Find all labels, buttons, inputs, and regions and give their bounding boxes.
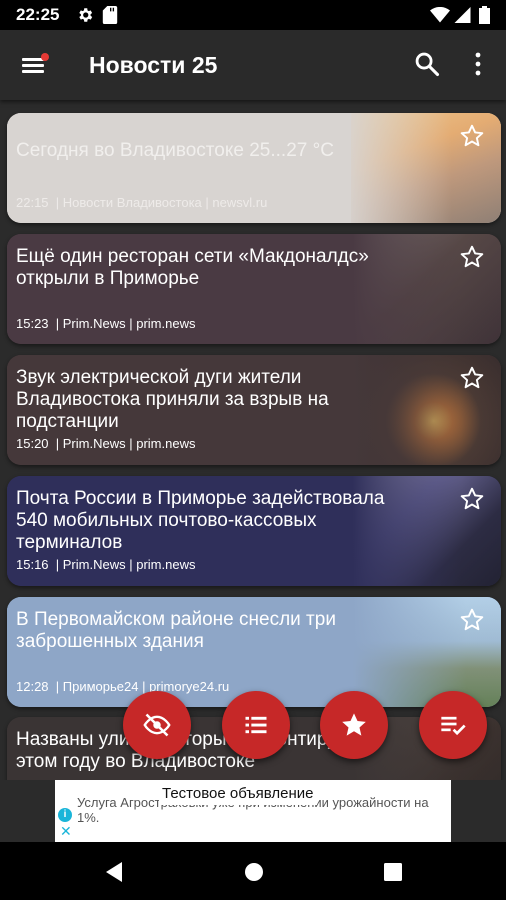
- article-source: Prim.News: [62, 316, 126, 331]
- star-icon: [342, 713, 366, 736]
- status-bar: 22:25: [0, 0, 506, 30]
- battery-icon: [479, 6, 490, 24]
- article-meta: 22:15 | Новости Владивостока | newsvl.ru: [16, 195, 268, 210]
- favorite-star-icon[interactable]: [459, 244, 485, 270]
- news-feed[interactable]: Сегодня во Владивостоке 25...27 °C 22:15…: [0, 100, 506, 780]
- menu-button[interactable]: [18, 52, 49, 78]
- navigation-bar: [0, 842, 506, 900]
- status-time: 22:25: [16, 5, 60, 24]
- sd-card-icon: [102, 6, 118, 24]
- back-icon[interactable]: [104, 861, 124, 883]
- recents-icon[interactable]: [384, 863, 402, 881]
- app-title: Новости 25: [89, 52, 218, 78]
- eye-off-icon: [143, 713, 171, 737]
- list-button[interactable]: [222, 691, 290, 759]
- article-time: 22:15: [16, 195, 49, 210]
- wifi-icon: [430, 7, 450, 23]
- home-icon[interactable]: [244, 862, 264, 882]
- article-time: 15:23: [16, 316, 49, 331]
- article-meta: 15:23 | Prim.News | prim.news: [16, 316, 196, 331]
- signal-icon: [454, 7, 471, 23]
- article-title: Сегодня во Владивостоке 25...27 °C: [16, 140, 334, 161]
- article-source: Приморье24: [62, 679, 139, 694]
- ad-info-icon[interactable]: i: [58, 808, 72, 822]
- ad-close-icon[interactable]: ✕: [60, 824, 72, 838]
- news-card[interactable]: Звук электрической дуги жители Владивост…: [7, 355, 501, 465]
- app-bar: Новости 25: [0, 30, 506, 100]
- favorite-star-icon[interactable]: [459, 365, 485, 391]
- favorite-star-icon[interactable]: [459, 486, 485, 512]
- favorite-star-icon[interactable]: [459, 607, 485, 633]
- notification-dot: [41, 53, 49, 61]
- news-card[interactable]: Ещё один ресторан сети «Макдоналдс» откр…: [7, 234, 501, 344]
- article-site: prim.news: [136, 316, 196, 331]
- article-site: newsvl.ru: [212, 195, 268, 210]
- article-source: Новости Владивостока: [62, 195, 202, 210]
- article-time: 15:20: [16, 436, 49, 451]
- ad-area: i ✕ Услуга Агростраховки уже при изменен…: [0, 780, 506, 842]
- article-time: 15:16: [16, 557, 49, 572]
- article-time: 12:28: [16, 679, 49, 694]
- favorites-button[interactable]: [320, 691, 388, 759]
- article-title: В Первомайском районе снесли три заброше…: [16, 609, 336, 652]
- mark-read-button[interactable]: [419, 691, 487, 759]
- article-site: prim.news: [136, 436, 196, 451]
- article-title: Почта России в Приморье задействовала 54…: [16, 488, 385, 553]
- hide-read-button[interactable]: [123, 691, 191, 759]
- settings-icon: [79, 8, 93, 22]
- list-icon: [245, 716, 267, 734]
- test-ad-label: Тестовое объявление: [159, 783, 317, 805]
- article-site: prim.news: [136, 557, 196, 572]
- playlist-check-icon: [441, 716, 466, 736]
- news-card[interactable]: Почта России в Приморье задействовала 54…: [7, 476, 501, 586]
- article-source: Prim.News: [62, 436, 126, 451]
- article-meta: 15:16 | Prim.News | prim.news: [16, 557, 196, 572]
- article-meta: 15:20 | Prim.News | prim.news: [16, 436, 196, 451]
- favorite-star-icon[interactable]: [459, 123, 485, 149]
- article-title: Звук электрической дуги жители Владивост…: [16, 367, 329, 432]
- search-icon[interactable]: [413, 50, 441, 78]
- article-meta: 12:28 | Приморье24 | primorye24.ru: [16, 679, 230, 694]
- news-card[interactable]: Сегодня во Владивостоке 25...27 °C 22:15…: [7, 113, 501, 223]
- article-source: Prim.News: [62, 557, 126, 572]
- article-title: Ещё один ресторан сети «Макдоналдс» откр…: [16, 246, 369, 289]
- more-options-icon[interactable]: [466, 50, 490, 78]
